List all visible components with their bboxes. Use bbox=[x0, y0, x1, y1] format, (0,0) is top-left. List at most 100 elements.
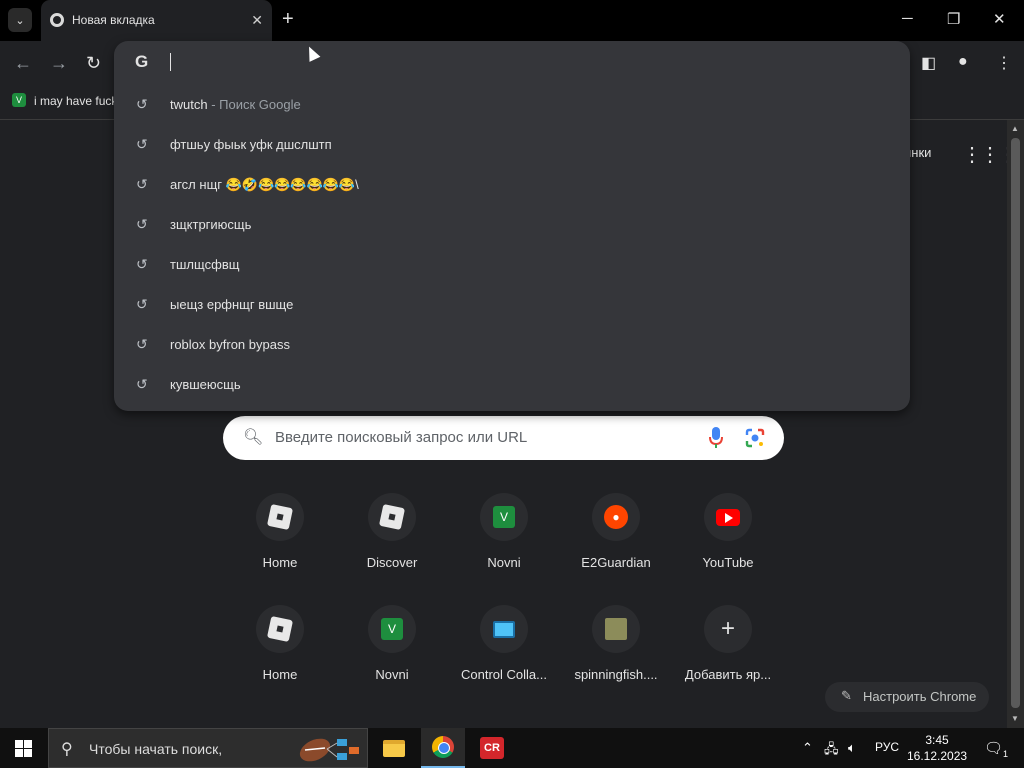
shortcut-novni-2[interactable]: V Novni bbox=[336, 605, 448, 715]
shortcut-label: spinningfish.... bbox=[574, 667, 658, 682]
suggestion-text: фтшьу фыьк уфк дшслштп bbox=[170, 137, 332, 152]
notification-count: 1 bbox=[1003, 749, 1009, 759]
taskbar-file-explorer[interactable] bbox=[372, 728, 416, 768]
minimize-button[interactable]: ─ bbox=[902, 10, 913, 27]
close-window-button[interactable]: ✕ bbox=[993, 10, 1006, 28]
scroll-down-icon[interactable]: ▼ bbox=[1011, 714, 1019, 723]
clock-date: 16.12.2023 bbox=[907, 749, 968, 763]
suggestion-item[interactable]: ↺ ыещз ерфнщг вшще bbox=[114, 285, 910, 325]
tab-close-icon[interactable]: ✕ bbox=[251, 12, 263, 29]
shortcut-home-2[interactable]: Home bbox=[224, 605, 336, 715]
suggestion-item[interactable]: ↺ фтшьу фыьк уфк дшслштп bbox=[114, 125, 910, 165]
scroll-thumb[interactable] bbox=[1011, 138, 1020, 708]
shortcut-label: Control Colla... bbox=[461, 667, 547, 682]
customize-label: Настроить Chrome bbox=[863, 689, 977, 704]
suggestion-text: агсл нщг 😂🤣😂😂😂😂😂😂\ bbox=[170, 177, 359, 192]
suggestion-item[interactable]: ↺ кувшеюсщь bbox=[114, 365, 910, 405]
history-icon: ↺ bbox=[136, 96, 148, 112]
shortcut-label: Добавить яр... bbox=[684, 667, 772, 682]
microphone-icon[interactable] bbox=[709, 427, 723, 449]
folder-icon bbox=[383, 739, 405, 757]
history-icon: ↺ bbox=[136, 296, 148, 312]
chrome-icon bbox=[432, 736, 454, 758]
roblox-icon bbox=[266, 615, 294, 643]
scroll-up-icon[interactable]: ▲ bbox=[1011, 124, 1019, 133]
clock-time: 3:45 bbox=[925, 733, 949, 747]
shortcut-label: Novni bbox=[375, 667, 409, 682]
shortcut-home[interactable]: Home bbox=[224, 493, 336, 603]
forward-button[interactable]: → bbox=[50, 53, 68, 74]
history-icon: ↺ bbox=[136, 336, 148, 352]
plus-icon: + bbox=[720, 615, 735, 642]
suggestion-item[interactable]: ↺ roblox byfron bypass bbox=[114, 325, 910, 365]
taskbar-search[interactable]: ⚲ Чтобы начать поиск, bbox=[48, 728, 368, 768]
taskbar-chrome[interactable] bbox=[421, 728, 465, 768]
customize-chrome-button[interactable]: ✎ Настроить Chrome bbox=[825, 682, 989, 712]
suggestion-text: twutch bbox=[170, 97, 208, 112]
shortcut-novni[interactable]: V Novni bbox=[448, 493, 560, 603]
scrollbar[interactable]: ▲ ▼ bbox=[1007, 120, 1024, 728]
search-icon: ⚲ bbox=[61, 741, 73, 758]
profile-icon[interactable]: ● bbox=[958, 53, 968, 71]
chrome-icon bbox=[50, 13, 64, 27]
shortcut-e2guardian[interactable]: ● E2Guardian bbox=[560, 493, 672, 603]
suggestion-item[interactable]: ↺ зщктргиюсщь bbox=[114, 205, 910, 245]
windows-start-icon[interactable] bbox=[15, 740, 32, 757]
novni-icon: V bbox=[381, 618, 403, 640]
tab-search-button[interactable]: ⌄ bbox=[8, 8, 32, 32]
suggestion-item[interactable]: ↺ тшлщсфвщ bbox=[114, 245, 910, 285]
menu-icon[interactable]: ⋮ bbox=[996, 53, 1012, 73]
clock[interactable]: 3:45 16.12.2023 bbox=[907, 732, 967, 764]
tray-chevron-icon[interactable]: ⌃ bbox=[802, 740, 813, 756]
shortcut-label: Discover bbox=[366, 555, 418, 570]
shortcut-add[interactable]: + Добавить яр... bbox=[672, 605, 784, 715]
fish-icon bbox=[605, 618, 627, 640]
reload-button[interactable]: ↻ bbox=[86, 53, 101, 74]
pencil-icon: ✎ bbox=[841, 688, 852, 703]
shortcut-spinningfish[interactable]: spinningfish.... bbox=[560, 605, 672, 715]
suggestion-text: кувшеюсщь bbox=[170, 377, 241, 392]
side-panel-icon[interactable]: ◧ bbox=[921, 53, 936, 73]
windows-taskbar: ⚲ Чтобы начать поиск, CR ⌃ 🖧 🔈︎ РУС 3:45… bbox=[0, 728, 1024, 768]
bookmark-item[interactable]: i may have fuck bbox=[34, 94, 117, 108]
shortcut-label: Home bbox=[262, 555, 298, 570]
tab-new-tab[interactable]: Новая вкладка ✕ bbox=[41, 0, 272, 41]
google-lens-icon[interactable] bbox=[745, 428, 765, 448]
history-icon: ↺ bbox=[136, 376, 148, 392]
new-tab-button[interactable]: + bbox=[282, 8, 294, 31]
google-icon: G bbox=[135, 52, 149, 71]
search-highlight-icon bbox=[299, 738, 359, 762]
history-icon: ↺ bbox=[136, 136, 148, 152]
history-icon: ↺ bbox=[136, 176, 148, 192]
shortcut-control-collab[interactable]: Control Colla... bbox=[448, 605, 560, 715]
volume-muted-icon[interactable]: 🔈︎ bbox=[848, 740, 856, 756]
suggestion-text: roblox byfron bypass bbox=[170, 337, 290, 352]
search-placeholder: Введите поисковый запрос или URL bbox=[275, 429, 528, 446]
back-button[interactable]: ← bbox=[14, 53, 32, 74]
notification-center-icon[interactable]: 🗨︎1 bbox=[984, 739, 1008, 759]
monitor-icon bbox=[493, 620, 515, 638]
suggestion-text: ыещз ерфнщг вшще bbox=[170, 297, 294, 312]
taskbar-search-placeholder: Чтобы начать поиск, bbox=[89, 741, 223, 757]
omnibox-input[interactable] bbox=[170, 53, 171, 71]
suggestion-item[interactable]: ↺ агсл нщг 😂🤣😂😂😂😂😂😂\ bbox=[114, 165, 910, 205]
ntp-search-box[interactable]: 🔍︎ Введите поисковый запрос или URL bbox=[223, 416, 784, 460]
suggestion-item[interactable]: ↺ twutch - Поиск Google bbox=[114, 85, 910, 125]
red-app-icon: CR bbox=[480, 737, 504, 759]
network-icon[interactable]: 🖧 bbox=[824, 740, 839, 762]
history-icon: ↺ bbox=[136, 256, 148, 272]
novni-icon: V bbox=[12, 93, 26, 107]
omnibox-dropdown: G ↺ twutch - Поиск Google ↺ фтшьу фыьк у… bbox=[114, 41, 910, 411]
novni-icon: V bbox=[493, 506, 515, 528]
shortcut-label: E2Guardian bbox=[581, 555, 651, 570]
roblox-icon bbox=[266, 503, 294, 531]
search-icon: 🔍︎ bbox=[243, 429, 264, 446]
youtube-icon bbox=[716, 508, 740, 526]
language-indicator[interactable]: РУС bbox=[875, 740, 899, 754]
shortcut-discover[interactable]: Discover bbox=[336, 493, 448, 603]
history-icon: ↺ bbox=[136, 216, 148, 232]
suggestion-text: зщктргиюсщь bbox=[170, 217, 252, 232]
taskbar-red-app[interactable]: CR bbox=[470, 728, 514, 768]
restore-button[interactable]: ❐ bbox=[947, 10, 960, 28]
shortcut-youtube[interactable]: YouTube bbox=[672, 493, 784, 603]
